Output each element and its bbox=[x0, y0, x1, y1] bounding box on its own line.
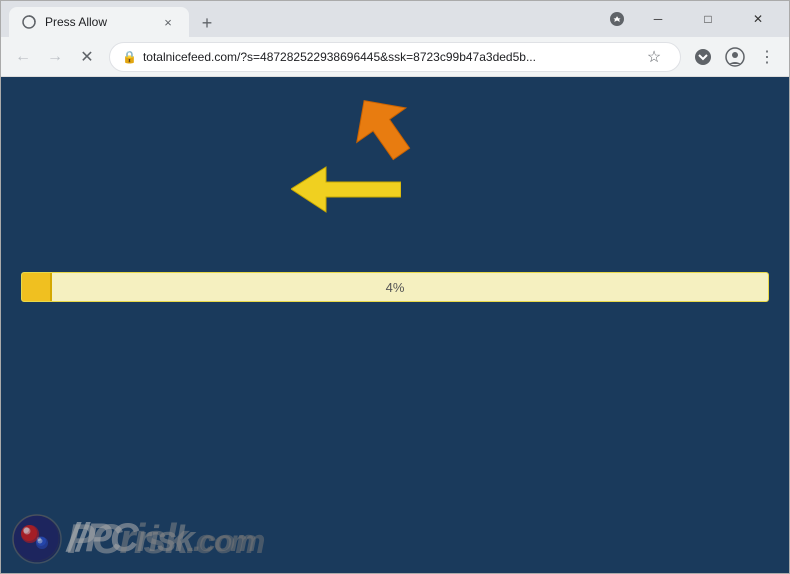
tab-favicon bbox=[21, 14, 37, 30]
chrome-menu-button[interactable]: ⋮ bbox=[753, 43, 781, 71]
browser-window: Press Allow × + ─ □ ✕ ← → ✕ 🔒 totalnicef… bbox=[0, 0, 790, 574]
address-omnibox[interactable]: 🔒 totalnicefeed.com/?s=48728252293869644… bbox=[109, 42, 681, 72]
forward-button[interactable]: → bbox=[41, 43, 69, 71]
tab-title: Press Allow bbox=[45, 15, 151, 29]
extension-icon bbox=[609, 11, 625, 27]
close-window-button[interactable]: ✕ bbox=[735, 1, 781, 37]
reload-stop-button[interactable]: ✕ bbox=[73, 43, 101, 71]
extensions-button[interactable] bbox=[603, 5, 631, 33]
minimize-button[interactable]: ─ bbox=[635, 1, 681, 37]
pcrisk-ball-icon bbox=[11, 513, 63, 565]
back-button[interactable]: ← bbox=[9, 43, 37, 71]
title-bar: Press Allow × + ─ □ ✕ bbox=[1, 1, 789, 37]
extensions-menu-button[interactable] bbox=[689, 43, 717, 71]
page-content: 4% //PCrisk.com bbox=[1, 77, 789, 573]
bookmark-star-button[interactable]: ☆ bbox=[640, 43, 668, 71]
address-bar: ← → ✕ 🔒 totalnicefeed.com/?s=48728252293… bbox=[1, 37, 789, 77]
url-display: totalnicefeed.com/?s=487282522938696445&… bbox=[143, 50, 634, 64]
window-controls: ─ □ ✕ bbox=[635, 1, 781, 37]
watermark-pc: PC bbox=[67, 515, 119, 562]
tab-strip: Press Allow × + bbox=[9, 1, 603, 37]
tab-close-button[interactable]: × bbox=[159, 13, 177, 31]
yellow-arrow bbox=[291, 162, 401, 217]
watermark-dotcom: .com bbox=[186, 523, 265, 561]
progress-bar-container: 4% bbox=[21, 272, 769, 302]
watermark-risk: risk bbox=[119, 515, 186, 562]
active-tab[interactable]: Press Allow × bbox=[9, 7, 189, 37]
progress-fill bbox=[22, 273, 52, 301]
maximize-button[interactable]: □ bbox=[685, 1, 731, 37]
profile-button[interactable] bbox=[721, 43, 749, 71]
progress-label: 4% bbox=[386, 280, 405, 295]
security-lock-icon: 🔒 bbox=[122, 50, 137, 64]
new-tab-button[interactable]: + bbox=[193, 9, 221, 37]
watermark-text-group: PCrisk.com bbox=[11, 513, 265, 565]
